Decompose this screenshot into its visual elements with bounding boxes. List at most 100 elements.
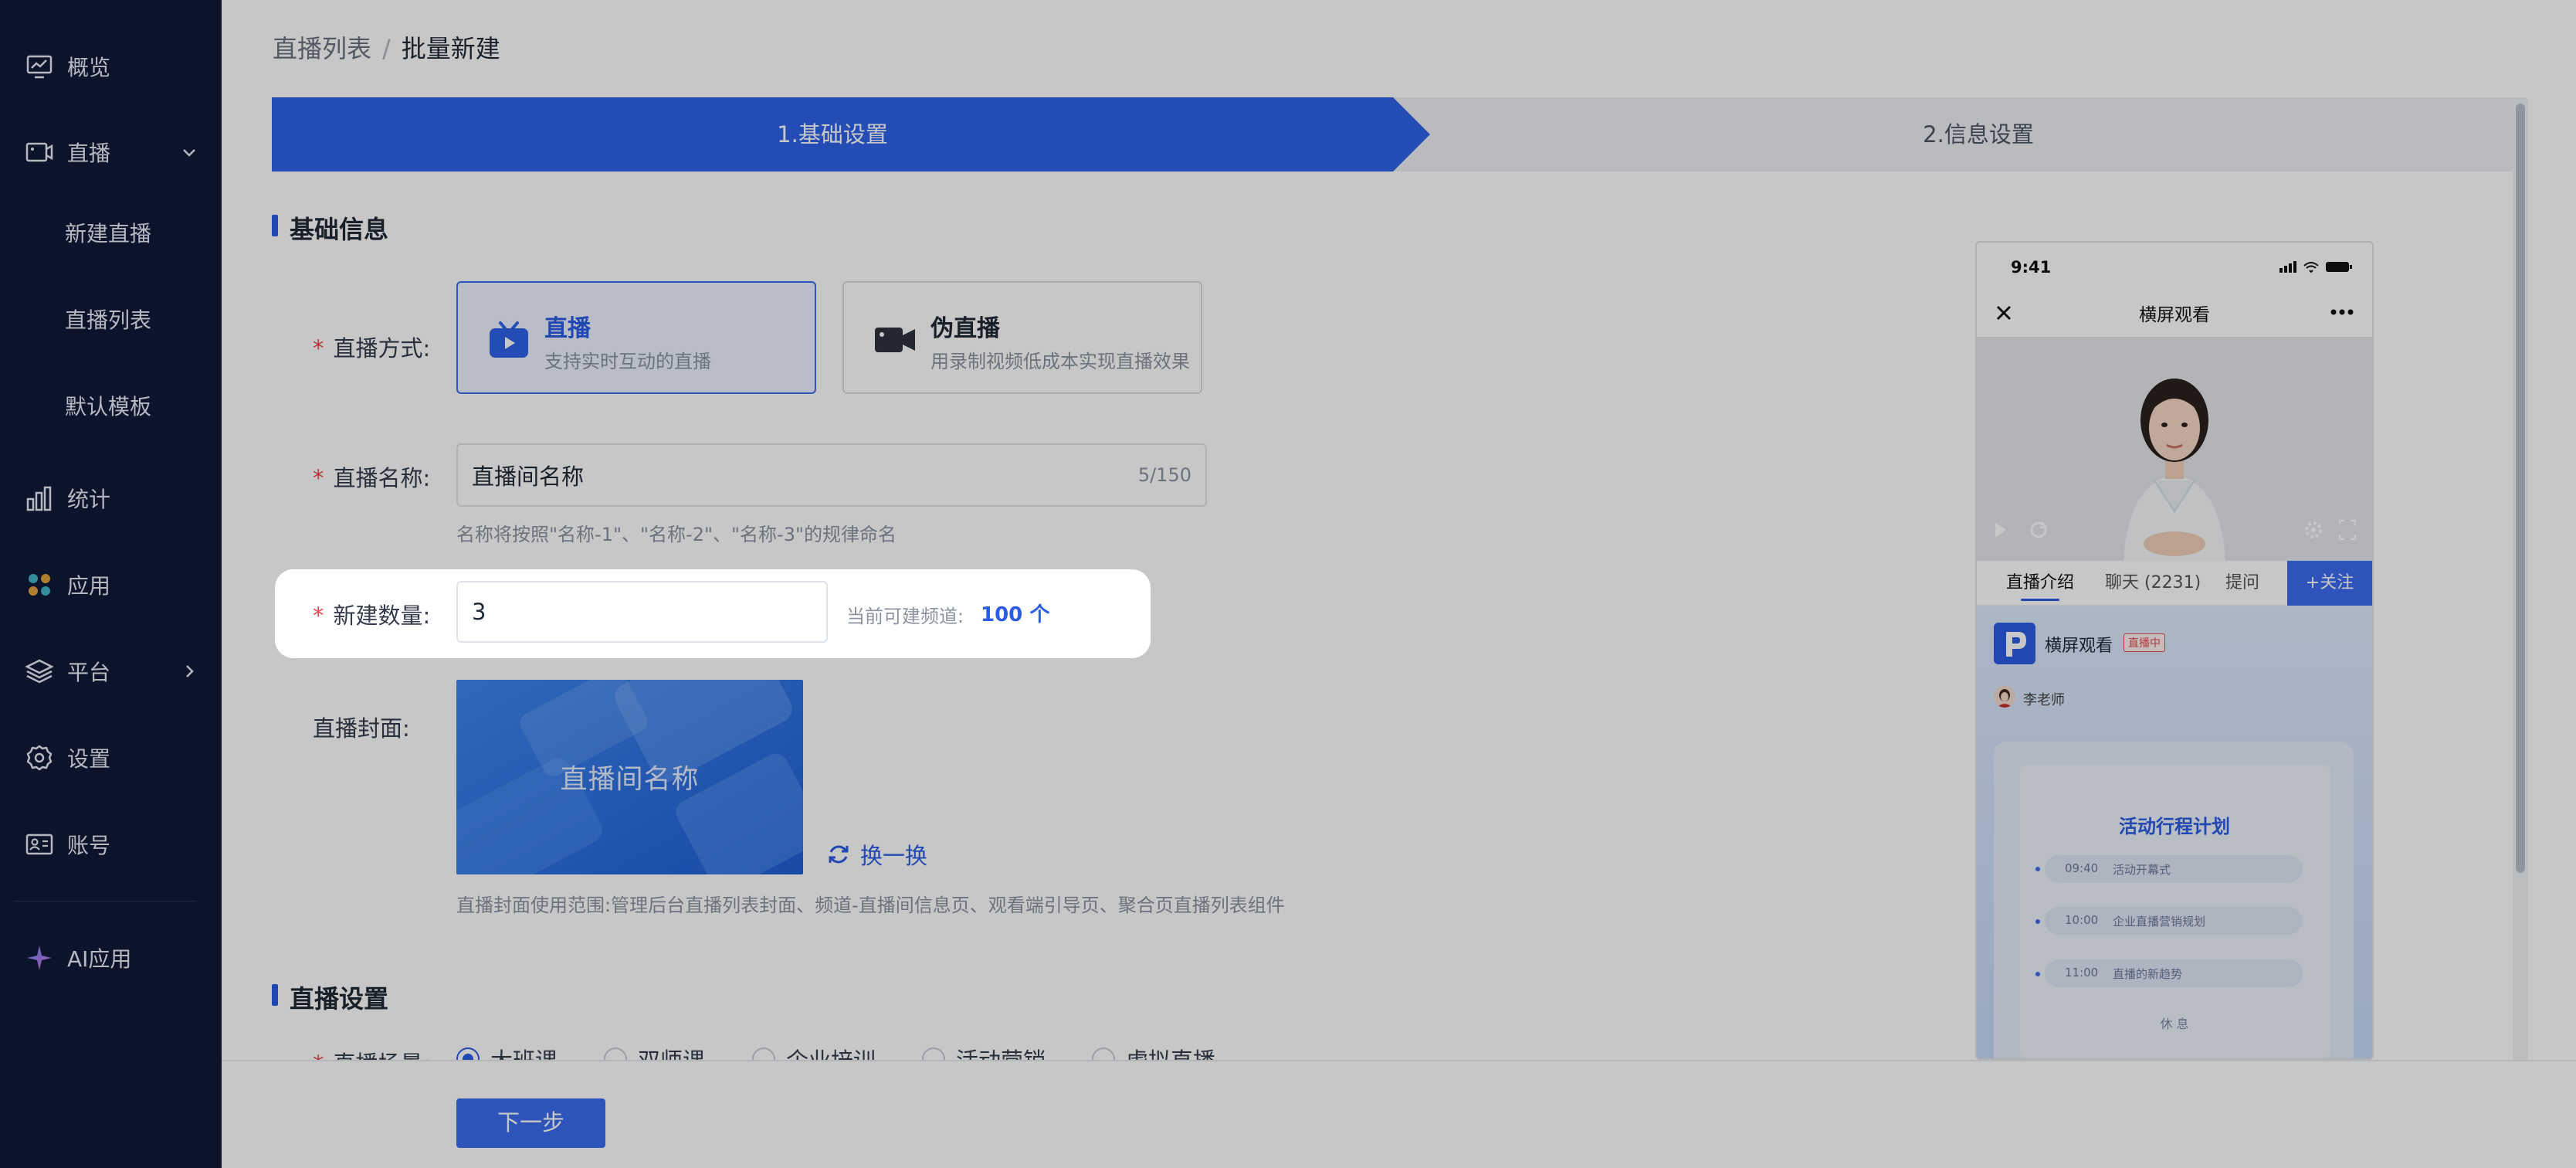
- sidebar-item-live-list[interactable]: 直播列表: [0, 294, 222, 344]
- sidebar-item-label: 直播: [67, 141, 111, 166]
- p-logo-icon: [2006, 632, 2026, 657]
- preview-tabs: 直播介绍 聊天 (2231) 提问 +关注: [1977, 561, 2372, 606]
- sidebar-item-label: 设置: [67, 746, 111, 772]
- follow-button[interactable]: +关注: [2287, 561, 2372, 606]
- status-icons: [2279, 261, 2352, 273]
- sidebar-item-label: 统计: [67, 487, 111, 512]
- mobile-preview: 9:41 横屏观看 直播介绍 聊天 (2231) 提问 +关注 横屏观看 直播中…: [1975, 241, 2374, 1060]
- sidebar-item-platform[interactable]: 平台: [0, 647, 222, 696]
- char-count: 5/150: [1137, 464, 1191, 486]
- step-info-settings[interactable]: 2.信息设置: [1430, 97, 2527, 171]
- quantity-input[interactable]: 3: [456, 581, 828, 643]
- mode-title: 直播: [544, 315, 591, 342]
- mode-label: * 直播方式:: [313, 335, 431, 362]
- chevron-right-icon: [186, 665, 194, 677]
- chevron-down-icon: [183, 149, 195, 157]
- avatar-icon: [1994, 686, 2015, 708]
- schedule-row: 09:40 活动开幕式: [2045, 855, 2303, 883]
- name-input[interactable]: 直播间名称 5/150: [456, 443, 1207, 507]
- sidebar-item-stats[interactable]: 统计: [0, 474, 222, 523]
- teacher-avatar: [1994, 686, 2015, 708]
- required-mark: *: [313, 465, 324, 491]
- tv-icon: [490, 321, 528, 358]
- sidebar-item-label: 直播列表: [65, 307, 152, 333]
- sidebar-item-live[interactable]: 直播: [0, 127, 222, 177]
- name-input-value: 直播间名称: [472, 463, 585, 490]
- sidebar-item-overview[interactable]: 概览: [0, 42, 222, 91]
- mode-title: 伪直播: [930, 315, 1000, 342]
- mode-desc: 用录制视频低成本实现直播效果: [930, 351, 1190, 372]
- schedule-row: 11:00 直播的新趋势: [2045, 959, 2303, 987]
- preview-tab-qa[interactable]: 提问: [2225, 561, 2259, 606]
- required-mark: *: [313, 335, 324, 362]
- sidebar-item-account[interactable]: 账号: [0, 820, 222, 869]
- sidebar-item-default-template[interactable]: 默认模板: [0, 381, 222, 430]
- mode-card-live[interactable]: 直播 支持实时互动的直播: [456, 281, 816, 394]
- sidebar-item-label: 新建直播: [65, 221, 152, 246]
- timeline-dot: [2035, 919, 2040, 924]
- sidebar-item-settings[interactable]: 设置: [0, 733, 222, 783]
- sidebar-item-label: 应用: [67, 573, 111, 599]
- sidebar-item-label: 默认模板: [65, 394, 152, 419]
- live-camera-icon: [25, 142, 53, 162]
- channel-name: 横屏观看: [2045, 637, 2113, 656]
- channel-available-value: 100 个: [981, 603, 1050, 626]
- timeline-dot: [2035, 867, 2040, 871]
- channel-logo: [1994, 623, 2035, 664]
- cover-text: 直播间名称: [560, 764, 700, 796]
- required-mark: *: [313, 603, 324, 629]
- live-badge: 直播中: [2124, 633, 2165, 652]
- name-hint: 名称将按照"名称-1"、"名称-2"、"名称-3"的规律命名: [456, 524, 897, 545]
- gear-icon: [26, 745, 53, 771]
- bar-chart-icon: [26, 486, 52, 511]
- breadcrumb-parent[interactable]: 直播列表: [273, 34, 371, 63]
- next-step-button[interactable]: 下一步: [456, 1098, 605, 1148]
- more-icon[interactable]: [2330, 309, 2354, 315]
- breadcrumb-separator: /: [382, 34, 391, 63]
- quantity-label: * 新建数量:: [313, 603, 431, 629]
- timeline-dot: [2035, 972, 2040, 976]
- step-basic-settings[interactable]: 1.基础设置: [272, 97, 1393, 171]
- presenter-image: [1977, 337, 2372, 561]
- name-label: * 直播名称:: [313, 465, 431, 491]
- section-marker: [272, 984, 278, 1006]
- scrollbar-thumb[interactable]: [2516, 104, 2525, 873]
- sidebar-item-new-live[interactable]: 新建直播: [0, 208, 222, 257]
- video-camera-icon: [875, 328, 915, 352]
- quantity-input-value: 3: [472, 599, 486, 625]
- preview-video: [1977, 337, 2372, 561]
- refresh-icon: [829, 845, 849, 864]
- preview-tab-intro[interactable]: 直播介绍: [2006, 561, 2074, 606]
- swap-cover-button[interactable]: 换一换: [826, 840, 928, 869]
- status-time: 9:41: [2011, 258, 2052, 277]
- breadcrumb-current: 批量新建: [401, 34, 500, 63]
- preview-title: 横屏观看: [2139, 305, 2210, 325]
- schedule-title: 活动行程计划: [2119, 816, 2230, 837]
- apps-icon: [29, 574, 50, 596]
- cover-hint: 直播封面使用范围:管理后台直播列表封面、频道-直播间信息页、观看端引导页、聚合页…: [456, 895, 1285, 916]
- schedule-rest: 休 息: [2160, 1017, 2189, 1031]
- monitor-icon: [26, 55, 53, 79]
- cover-label: 直播封面:: [313, 715, 410, 742]
- sidebar-item-apps[interactable]: 应用: [0, 560, 222, 609]
- breadcrumb: 直播列表 / 批量新建: [273, 29, 500, 65]
- sidebar-item-ai-apps[interactable]: AI应用: [0, 933, 222, 983]
- mode-card-pseudo-live[interactable]: 伪直播 用录制视频低成本实现直播效果: [842, 281, 1202, 394]
- section-title-basic: 基础信息: [290, 215, 389, 244]
- teacher-name: 李老师: [2023, 692, 2065, 708]
- id-card-icon: [25, 834, 53, 855]
- mode-desc: 支持实时互动的直播: [544, 351, 711, 372]
- sidebar-item-label: 平台: [67, 660, 111, 685]
- sparkle-icon: [27, 946, 52, 970]
- sidebar: 概览 直播 新建直播 直播列表 默认模板 统计 应用 平台 设置 账号 AI应用: [0, 0, 222, 1168]
- cover-image[interactable]: 直播间名称: [456, 680, 803, 874]
- schedule-row: 10:00 企业直播营销规划: [2045, 907, 2303, 935]
- sidebar-item-label: AI应用: [67, 946, 132, 972]
- section-marker: [272, 215, 278, 236]
- preview-tab-chat[interactable]: 聊天 (2231): [2105, 561, 2201, 606]
- layers-icon: [25, 659, 54, 684]
- sidebar-item-label: 概览: [67, 55, 111, 80]
- swap-label: 换一换: [860, 843, 928, 869]
- step-progress: 1.基础设置 2.信息设置: [272, 97, 2527, 171]
- sidebar-item-label: 账号: [67, 833, 111, 858]
